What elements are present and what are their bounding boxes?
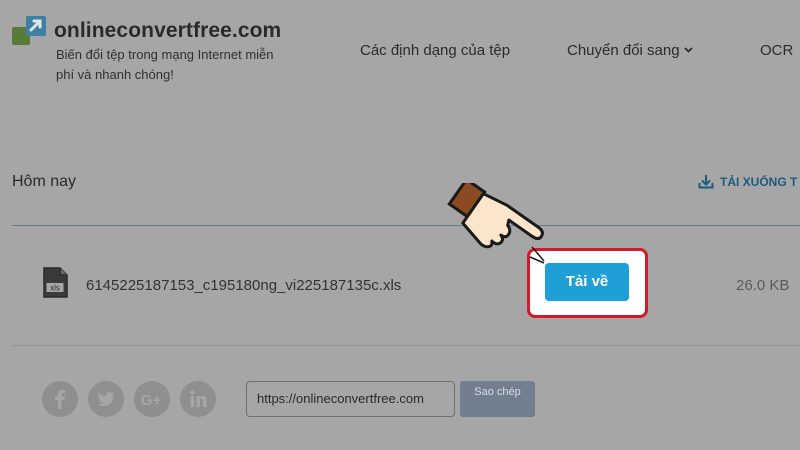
brand-name[interactable]: onlineconvertfree.com: [54, 19, 281, 43]
nav-ocr-label: OCR: [760, 42, 794, 59]
download-all-link[interactable]: TẢI XUỐNG T: [698, 174, 797, 189]
download-icon: [698, 175, 714, 189]
divider: [12, 225, 800, 226]
file-name: 6145225187153_c195180ng_vi225187135c.xls: [86, 277, 402, 294]
brand-tagline: Biến đổi tệp trong mạng Internet miễn ph…: [56, 47, 274, 82]
file-type-label: xls: [50, 284, 60, 293]
twitter-icon: [97, 392, 115, 406]
nav-ocr[interactable]: OCR: [760, 42, 793, 59]
divider: [12, 345, 800, 346]
logo-icon: [12, 16, 46, 45]
pointing-hand-icon: [447, 183, 545, 264]
linkedin-icon: [190, 390, 207, 407]
share-url-field[interactable]: https://onlineconvertfree.com: [246, 381, 455, 417]
nav-file-formats-label: Các định dạng của tệp: [360, 42, 511, 59]
nav-file-formats[interactable]: Các định dạng của tệp: [360, 42, 510, 59]
xls-file-icon: xls: [43, 267, 68, 298]
twitter-share-button[interactable]: [88, 381, 124, 417]
facebook-icon: [55, 389, 65, 409]
google-plus-share-button[interactable]: G+: [134, 381, 170, 417]
download-all-label: TẢI XUỐNG T: [720, 175, 798, 189]
file-size: 26.0 KB: [736, 277, 790, 294]
nav-convert-to-label: Chuyển đổi sang: [567, 42, 680, 59]
section-title: Hôm nay: [12, 173, 77, 190]
google-plus-icon: G+: [141, 392, 162, 409]
chevron-down-icon: [683, 47, 693, 53]
linkedin-share-button[interactable]: [180, 381, 216, 417]
svg-text:G+: G+: [141, 392, 162, 409]
facebook-share-button[interactable]: [42, 381, 78, 417]
nav-convert-to[interactable]: Chuyển đổi sang: [567, 42, 693, 59]
download-button[interactable]: Tải về: [545, 263, 629, 301]
copy-url-button[interactable]: Sao chép: [460, 381, 535, 417]
